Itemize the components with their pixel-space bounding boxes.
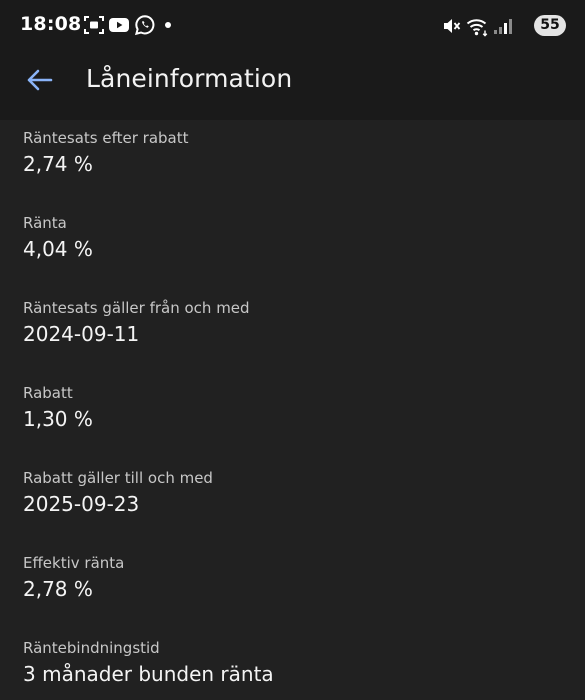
battery-indicator: 55 xyxy=(534,15,566,36)
field-value: 2025-09-23 xyxy=(23,492,140,516)
field-value: 2,74 % xyxy=(23,152,93,176)
field-label: Rabatt xyxy=(23,384,73,402)
back-button[interactable] xyxy=(18,64,62,96)
list-item: Ränta 4,04 % xyxy=(23,213,563,263)
loan-details-list: Räntesats efter rabatt 2,74 % Ränta 4,04… xyxy=(0,120,585,700)
field-label: Räntesats gäller från och med xyxy=(23,299,250,317)
field-value: 2,78 % xyxy=(23,577,93,601)
wifi-icon xyxy=(466,19,488,37)
field-value: 3 månader bunden ränta xyxy=(23,662,274,686)
top-area: 18:08 55 Låneinformation xyxy=(0,0,585,120)
list-item: Räntesats gäller från och med 2024-09-11 xyxy=(23,298,563,348)
mute-icon xyxy=(444,19,461,33)
field-label: Räntebindningstid xyxy=(23,639,160,657)
screenshot-icon xyxy=(84,16,104,34)
field-label: Räntesats efter rabatt xyxy=(23,129,189,147)
list-item: Räntesats efter rabatt 2,74 % xyxy=(23,128,563,178)
field-value: 2024-09-11 xyxy=(23,322,140,346)
field-label: Effektiv ränta xyxy=(23,554,125,572)
youtube-icon xyxy=(109,18,129,32)
list-item: Räntebindningstid 3 månader bunden ränta xyxy=(23,638,563,688)
dot-icon xyxy=(165,22,171,28)
field-value: 1,30 % xyxy=(23,407,93,431)
page-title: Låneinformation xyxy=(86,64,293,93)
app-bar: Låneinformation xyxy=(0,52,585,120)
status-bar: 18:08 55 xyxy=(0,0,585,52)
signal-icon xyxy=(494,19,512,34)
field-label: Ränta xyxy=(23,214,67,232)
status-time: 18:08 xyxy=(20,13,82,35)
list-item: Rabatt gäller till och med 2025-09-23 xyxy=(23,468,563,518)
list-item: Effektiv ränta 2,78 % xyxy=(23,553,563,603)
list-item: Rabatt 1,30 % xyxy=(23,383,563,433)
field-label: Rabatt gäller till och med xyxy=(23,469,213,487)
arrow-left-icon xyxy=(27,69,53,91)
battery-level: 55 xyxy=(540,17,560,33)
whatsapp-icon xyxy=(134,15,155,36)
field-value: 4,04 % xyxy=(23,237,93,261)
